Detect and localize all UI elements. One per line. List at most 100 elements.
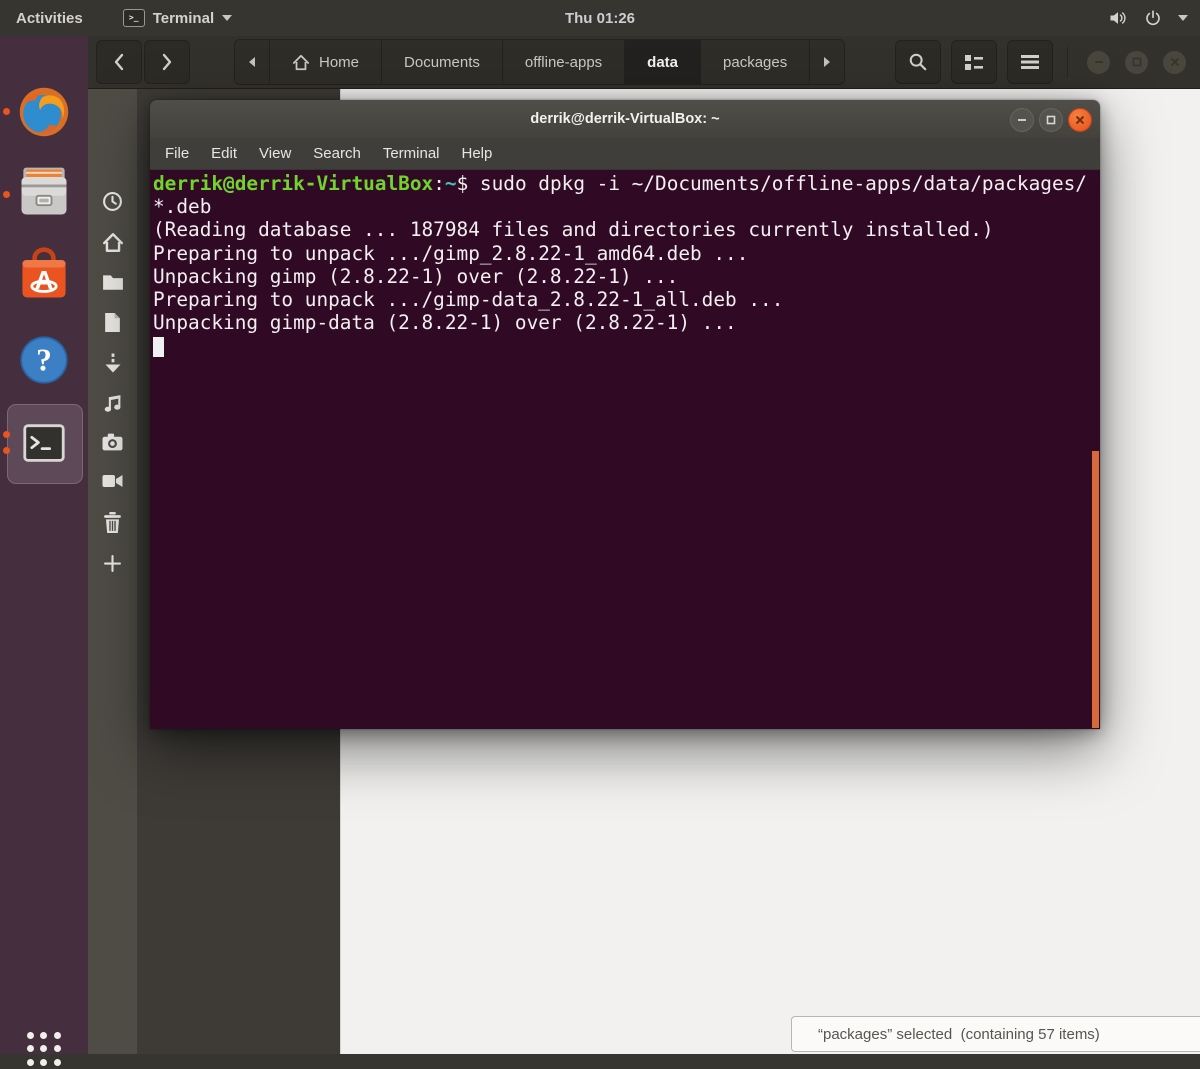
show-applications-button[interactable] bbox=[24, 1029, 64, 1069]
list-view-icon bbox=[964, 54, 984, 70]
dock: A ? bbox=[0, 36, 88, 1054]
dock-firefox-button[interactable] bbox=[0, 80, 88, 142]
prompt-user-host: derrik@derrik-VirtualBox bbox=[153, 172, 433, 195]
sidebar-item-music[interactable] bbox=[88, 393, 137, 414]
file-cabinet-icon bbox=[14, 162, 74, 222]
clock[interactable]: Thu 01:26 bbox=[0, 10, 1200, 27]
breadcrumb-home[interactable]: Home bbox=[269, 40, 381, 84]
breadcrumb-scroll-right[interactable] bbox=[809, 40, 844, 84]
terminal-screen[interactable]: derrik@derrik-VirtualBox:~$ sudo dpkg -i… bbox=[150, 170, 1100, 729]
volume-icon[interactable] bbox=[1108, 8, 1128, 28]
prompt-dollar: $ bbox=[457, 172, 480, 195]
terminal-cursor-line bbox=[150, 334, 1100, 357]
home-icon bbox=[102, 232, 124, 253]
breadcrumb-packages[interactable]: packages bbox=[700, 40, 809, 84]
files-close-button[interactable] bbox=[1163, 51, 1186, 74]
prompt-path: ~ bbox=[445, 172, 457, 195]
terminal-close-button[interactable] bbox=[1068, 108, 1092, 132]
breadcrumb-label: Documents bbox=[404, 54, 480, 71]
download-icon bbox=[103, 353, 123, 374]
sidebar-item-home[interactable] bbox=[88, 232, 137, 253]
minimize-icon bbox=[1094, 57, 1104, 67]
menu-file[interactable]: File bbox=[154, 145, 200, 162]
menu-search[interactable]: Search bbox=[302, 145, 372, 162]
menu-edit[interactable]: Edit bbox=[200, 145, 248, 162]
prompt-colon: : bbox=[433, 172, 445, 195]
selection-status-text: “packages” selected (containing 57 items… bbox=[792, 1026, 1100, 1043]
sidebar-item-recent[interactable] bbox=[88, 191, 137, 212]
system-menu-chevron-icon[interactable] bbox=[1178, 15, 1188, 21]
breadcrumb-scroll-left[interactable] bbox=[235, 40, 269, 84]
terminal-window-title: derrik@derrik-VirtualBox: ~ bbox=[530, 111, 719, 127]
files-minimize-button[interactable] bbox=[1087, 51, 1110, 74]
dock-help-button[interactable]: ? bbox=[0, 332, 88, 388]
plus-icon bbox=[104, 555, 121, 572]
minimize-icon bbox=[1017, 115, 1027, 125]
document-icon bbox=[104, 312, 121, 333]
dock-software-button[interactable]: A bbox=[0, 245, 88, 305]
files-sidebar-iconstrip bbox=[88, 88, 137, 1054]
clock-icon bbox=[102, 191, 123, 212]
search-icon bbox=[908, 52, 928, 72]
breadcrumb-documents[interactable]: Documents bbox=[381, 40, 502, 84]
breadcrumb-offline-apps[interactable]: offline-apps bbox=[502, 40, 624, 84]
view-options-button[interactable] bbox=[951, 40, 997, 84]
triangle-left-icon bbox=[248, 56, 256, 68]
hamburger-icon bbox=[1021, 55, 1039, 69]
files-maximize-button[interactable] bbox=[1125, 51, 1148, 74]
folder-icon bbox=[102, 273, 124, 291]
search-button[interactable] bbox=[895, 40, 941, 84]
sidebar-item-documents[interactable] bbox=[88, 312, 137, 333]
menu-terminal[interactable]: Terminal bbox=[372, 145, 451, 162]
terminal-output-line: *.deb bbox=[150, 195, 1100, 218]
menu-view[interactable]: View bbox=[248, 145, 302, 162]
terminal-titlebar[interactable]: derrik@derrik-VirtualBox: ~ bbox=[150, 100, 1100, 139]
trash-icon bbox=[103, 512, 122, 533]
maximize-icon bbox=[1046, 115, 1056, 125]
video-camera-icon bbox=[102, 473, 123, 489]
terminal-output-line: Unpacking gimp-data (2.8.22-1) over (2.8… bbox=[150, 311, 1100, 334]
triangle-right-icon bbox=[823, 56, 831, 68]
help-icon: ? bbox=[16, 332, 72, 388]
close-icon bbox=[1075, 115, 1085, 125]
home-icon bbox=[292, 54, 310, 71]
sidebar-item-new-bookmark[interactable] bbox=[88, 555, 137, 572]
chevron-left-icon bbox=[112, 53, 126, 71]
sidebar-item-pictures[interactable] bbox=[88, 433, 137, 451]
terminal-output-line: Unpacking gimp (2.8.22-1) over (2.8.22-1… bbox=[150, 265, 1100, 288]
breadcrumb-label: data bbox=[647, 54, 678, 71]
status-bar: “packages” selected (containing 57 items… bbox=[791, 1016, 1200, 1052]
terminal-command: sudo dpkg -i ~/Documents/offline-apps/da… bbox=[480, 172, 1087, 195]
terminal-menubar: File Edit View Search Terminal Help bbox=[150, 138, 1100, 170]
sidebar-item-downloads[interactable] bbox=[88, 353, 137, 374]
breadcrumb-data-current[interactable]: data bbox=[624, 40, 700, 84]
ubuntu-software-icon: A bbox=[14, 245, 74, 305]
svg-text:?: ? bbox=[36, 343, 52, 378]
dock-terminal-button[interactable] bbox=[0, 413, 88, 473]
terminal-window: derrik@derrik-VirtualBox: ~ File Edit Vi… bbox=[150, 100, 1100, 729]
menu-button[interactable] bbox=[1007, 40, 1053, 84]
toolbar-separator bbox=[1067, 47, 1068, 77]
top-bar: Activities >_ Terminal Thu 01:26 bbox=[0, 0, 1200, 36]
terminal-scrollbar[interactable] bbox=[1092, 451, 1099, 728]
maximize-icon bbox=[1132, 57, 1142, 67]
terminal-app-icon bbox=[14, 413, 74, 473]
dock-files-button[interactable] bbox=[0, 162, 88, 222]
terminal-output-line: Preparing to unpack .../gimp_2.8.22-1_am… bbox=[150, 242, 1100, 265]
power-icon[interactable] bbox=[1144, 9, 1162, 27]
close-icon bbox=[1170, 57, 1180, 67]
forward-button[interactable] bbox=[144, 40, 190, 84]
terminal-output-line: (Reading database ... 187984 files and d… bbox=[150, 218, 1100, 241]
terminal-maximize-button[interactable] bbox=[1039, 108, 1063, 132]
terminal-minimize-button[interactable] bbox=[1010, 108, 1034, 132]
back-button[interactable] bbox=[96, 40, 142, 84]
chevron-right-icon bbox=[160, 53, 174, 71]
sidebar-item-videos[interactable] bbox=[88, 473, 137, 489]
terminal-output-line: Preparing to unpack .../gimp-data_2.8.22… bbox=[150, 288, 1100, 311]
sidebar-item-desktop[interactable] bbox=[88, 273, 137, 291]
breadcrumb-label: packages bbox=[723, 54, 787, 71]
firefox-icon bbox=[13, 80, 75, 142]
breadcrumb: Home Documents offline-apps data package… bbox=[234, 39, 845, 85]
menu-help[interactable]: Help bbox=[451, 145, 504, 162]
sidebar-item-trash[interactable] bbox=[88, 512, 137, 533]
